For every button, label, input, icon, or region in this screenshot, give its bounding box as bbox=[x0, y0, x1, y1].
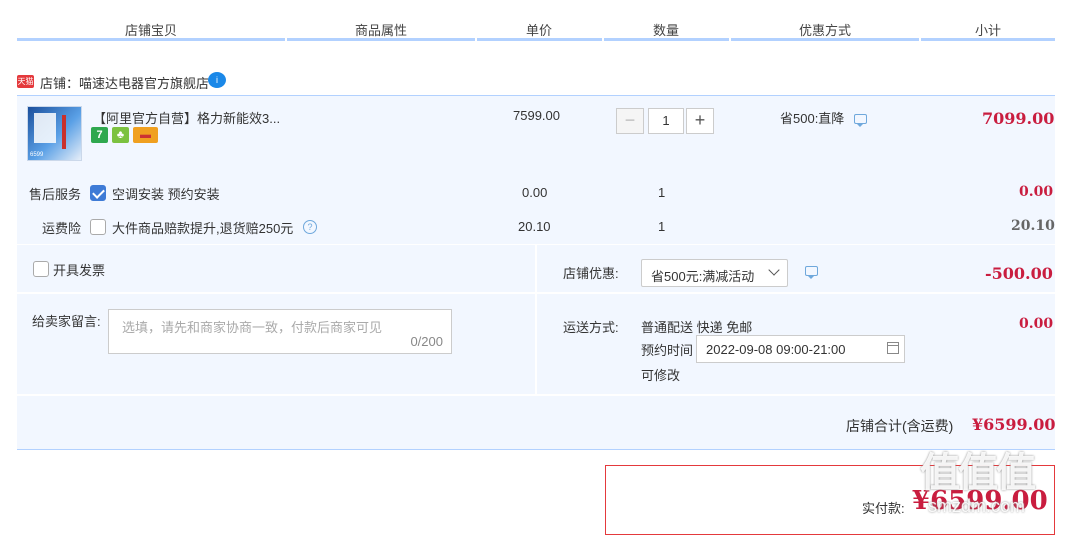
appointment-label: 预约时间 bbox=[641, 343, 694, 358]
item-subtotal: 7099.00 bbox=[982, 109, 1055, 128]
promo-label: 省500:直降 bbox=[780, 111, 845, 126]
tmall-badge-icon: 天猫 bbox=[17, 75, 34, 88]
qty-decrease-button[interactable]: − bbox=[616, 108, 644, 134]
product-thumbnail[interactable]: 6599 bbox=[27, 106, 82, 161]
col-quantity: 数量 bbox=[653, 23, 680, 38]
chat-seller-icon[interactable]: i bbox=[208, 72, 226, 88]
install-service-option: 空调安装 预约安装 bbox=[112, 187, 220, 202]
product-title-link[interactable]: 【阿里官方自营】格力新能效3... bbox=[93, 108, 280, 127]
qty-increase-button[interactable]: + bbox=[686, 108, 714, 134]
shop-name-link[interactable]: 店铺：喵速达电器官方旗舰店 bbox=[40, 73, 209, 92]
service-price: 0.00 bbox=[522, 185, 548, 200]
shop-discount-amount: -500.00 bbox=[985, 264, 1053, 283]
modifiable-note: 可修改 bbox=[641, 368, 681, 383]
col-discount: 优惠方式 bbox=[799, 23, 852, 38]
shop-total-value: ¥6599.00 bbox=[972, 415, 1056, 434]
watermark-logo: 值值值 bbox=[920, 451, 1036, 495]
invoice-label: 开具发票 bbox=[53, 263, 106, 278]
col-unit-price: 单价 bbox=[526, 23, 553, 38]
install-service-checkbox[interactable] bbox=[90, 185, 106, 201]
freight-insurance-label: 运费险 bbox=[42, 221, 82, 236]
service-label: 售后服务 bbox=[29, 187, 82, 202]
chat-bubble-icon[interactable] bbox=[854, 114, 867, 127]
service-qty: 1 bbox=[658, 185, 666, 200]
seven-day-return-icon: 7 bbox=[91, 127, 108, 143]
card-payment-icon: ▬ bbox=[133, 127, 158, 143]
freight-insurance-option: 大件商品赔款提升,退货赔250元 bbox=[112, 221, 294, 236]
chevron-down-icon bbox=[768, 264, 780, 276]
appointment-date-value: 2022-09-08 09:00-21:00 bbox=[706, 342, 846, 357]
freight-insurance-price: 20.10 bbox=[518, 219, 551, 234]
product-image-shape bbox=[34, 113, 56, 143]
unit-price: 7599.00 bbox=[513, 108, 560, 123]
freight-insurance-subtotal: 20.10 bbox=[1011, 218, 1055, 234]
product-image-shape bbox=[62, 115, 66, 149]
col-attributes: 商品属性 bbox=[355, 23, 408, 38]
table-header: 店铺宝贝 商品属性 单价 数量 优惠方式 小计 bbox=[17, 0, 1055, 42]
shop-discount-value: 省500元:满减活动 bbox=[651, 269, 755, 284]
header-divider bbox=[287, 38, 475, 41]
freight-insurance-qty: 1 bbox=[658, 219, 666, 234]
shop-discount-select[interactable]: 省500元:满减活动 bbox=[641, 259, 788, 287]
watermark-url: smzdm.com bbox=[928, 496, 1026, 516]
header-divider bbox=[921, 38, 1055, 41]
product-image-text: 6599 bbox=[30, 152, 44, 158]
invoice-checkbox[interactable] bbox=[33, 261, 49, 277]
header-divider bbox=[731, 38, 919, 41]
col-subtotal: 小计 bbox=[975, 23, 1002, 38]
message-placeholder: 选填，请先和商家协商一致，付款后商家可见 bbox=[122, 320, 383, 335]
appointment-date-input[interactable]: 2022-09-08 09:00-21:00 bbox=[696, 335, 905, 363]
service-badge-icon: ♣ bbox=[112, 127, 129, 143]
shipping-fee: 0.00 bbox=[1019, 316, 1054, 332]
col-shop-item: 店铺宝贝 bbox=[125, 23, 178, 38]
seller-message-input[interactable]: 选填，请先和商家协商一致，付款后商家可见 0/200 bbox=[108, 309, 452, 354]
shipping-label: 运送方式: bbox=[563, 320, 619, 335]
shop-total-label: 店铺合计(含运费) bbox=[846, 418, 954, 434]
chat-bubble-icon[interactable] bbox=[805, 266, 818, 279]
header-divider bbox=[477, 38, 602, 41]
qty-input[interactable]: 1 bbox=[648, 108, 684, 134]
calendar-icon[interactable] bbox=[887, 342, 899, 354]
payment-label: 实付款: bbox=[862, 501, 905, 516]
message-label: 给卖家留言: bbox=[32, 314, 101, 329]
help-icon[interactable]: ? bbox=[303, 220, 317, 234]
shop-discount-label: 店铺优惠: bbox=[563, 266, 619, 281]
message-char-counter: 0/200 bbox=[410, 334, 443, 349]
freight-insurance-checkbox[interactable] bbox=[90, 219, 106, 235]
service-subtotal: 0.00 bbox=[1019, 184, 1054, 200]
header-divider bbox=[17, 38, 285, 41]
header-divider bbox=[604, 38, 729, 41]
shipping-method: 普通配送 快递 免邮 bbox=[641, 320, 753, 335]
